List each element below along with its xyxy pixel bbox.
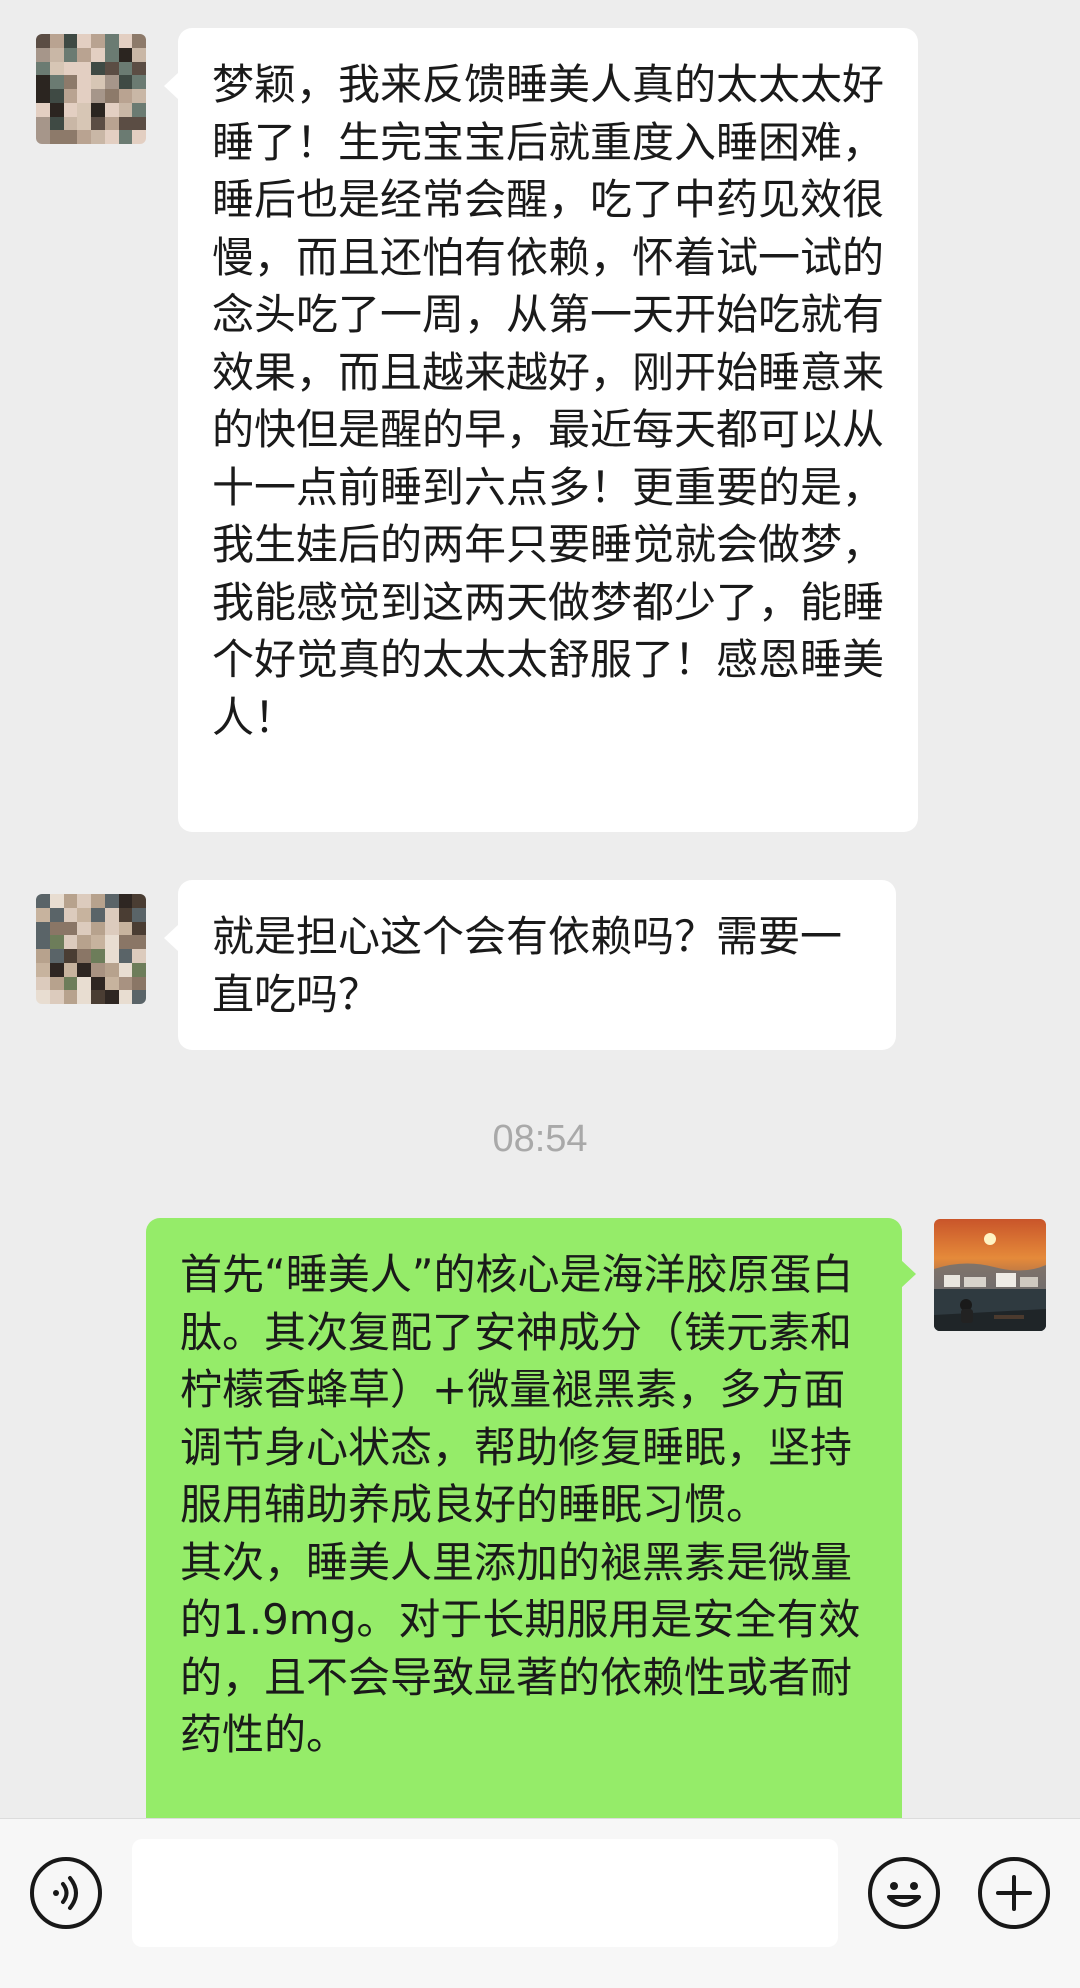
message-timestamp: 08:54 xyxy=(492,1118,588,1160)
message-bubble-sent[interactable]: 首先“睡美人”的核心是海洋胶原蛋白肽。其次复配了安神成分（镁元素和柠檬香蜂草）+… xyxy=(146,1218,916,1818)
sunset-avatar-image xyxy=(934,1219,1046,1331)
emoji-icon xyxy=(887,1882,921,1907)
avatar-image xyxy=(36,34,146,144)
add-button[interactable] xyxy=(978,1857,1050,1929)
avatar-image xyxy=(36,894,146,1004)
plus-icon xyxy=(996,1875,1032,1911)
voice-icon xyxy=(53,1876,78,1910)
input-bar xyxy=(0,1818,1080,1988)
message-input[interactable] xyxy=(132,1839,838,1947)
emoji-button[interactable] xyxy=(868,1857,940,1929)
contact-avatar[interactable] xyxy=(36,34,146,144)
message-bubble-received[interactable]: 梦颖，我来反馈睡美人真的太太太好睡了！生完宝宝后就重度入睡困难，睡后也是经常会醒… xyxy=(164,28,918,832)
contact-avatar[interactable] xyxy=(36,894,146,1004)
voice-button[interactable] xyxy=(30,1857,102,1929)
chat-area[interactable]: 梦颖，我来反馈睡美人真的太太太好睡了！生完宝宝后就重度入睡困难，睡后也是经常会醒… xyxy=(0,0,1080,1818)
message-bubble-received[interactable]: 就是担心这个会有依赖吗？需要一直吃吗？ xyxy=(164,880,896,1050)
my-avatar[interactable] xyxy=(934,1219,1046,1331)
